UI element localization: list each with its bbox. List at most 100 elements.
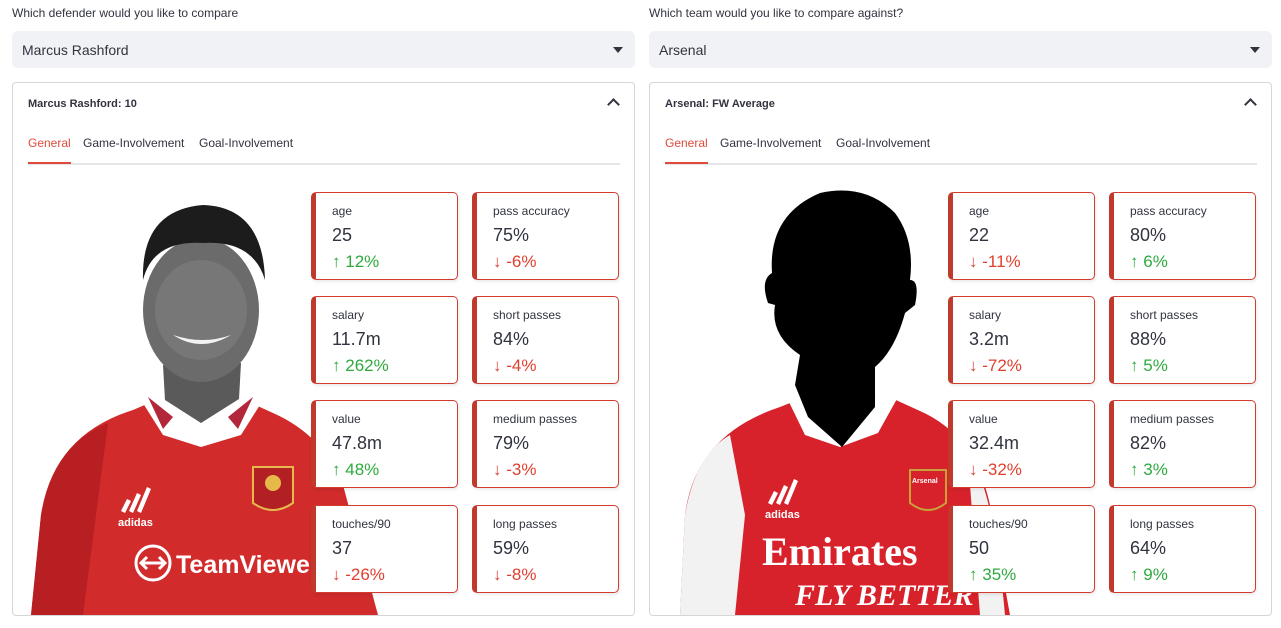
arrow-down-icon: ↓ xyxy=(969,460,978,479)
arrow-down-icon: ↓ xyxy=(493,460,502,479)
tab-goal-involvement[interactable]: Goal-Involvement xyxy=(836,136,930,161)
stat-card-long-passes: long passes 59% ↓ -8% xyxy=(472,505,619,593)
shirt-brand-text: adidas xyxy=(765,509,800,521)
stat-value: 11.7m xyxy=(332,329,381,349)
stat-label: value xyxy=(969,412,998,426)
stat-delta: ↓ -8% xyxy=(493,565,537,584)
stat-delta: ↓ -72% xyxy=(969,356,1022,375)
tab-goal-involvement[interactable]: Goal-Involvement xyxy=(199,136,293,161)
tab-bar: General Game-Involvement Goal-Involvemen… xyxy=(28,136,620,165)
tab-general[interactable]: General xyxy=(28,136,71,164)
stat-label: value xyxy=(332,412,361,426)
shirt-sponsor-text: TeamViewer xyxy=(176,551,320,579)
tab-general[interactable]: General xyxy=(665,136,708,164)
stat-delta: ↑ 9% xyxy=(1130,565,1168,584)
stat-delta: ↓ -3% xyxy=(493,460,537,479)
stat-value: 84% xyxy=(493,329,530,349)
stat-delta: ↓ -11% xyxy=(969,252,1021,271)
stat-value: 82% xyxy=(1130,433,1167,453)
stat-delta: ↑ 48% xyxy=(332,460,380,479)
stat-label: short passes xyxy=(1130,308,1199,322)
chevron-up-icon[interactable] xyxy=(1244,98,1257,111)
defender-select-value: Marcus Rashford xyxy=(22,42,129,58)
arrow-up-icon: ↑ xyxy=(1130,252,1139,271)
stat-delta: ↓ -4% xyxy=(493,356,537,375)
stat-label: long passes xyxy=(493,517,558,531)
stat-value: 88% xyxy=(1130,329,1167,349)
stat-card-salary: salary 3.2m ↓ -72% xyxy=(948,296,1095,384)
tab-game-involvement[interactable]: Game-Involvement xyxy=(83,136,184,161)
stat-label: pass accuracy xyxy=(1130,204,1207,218)
expander-title: Arsenal: FW Average xyxy=(665,98,775,110)
stat-card-medium-passes: medium passes 79% ↓ -3% xyxy=(472,400,619,488)
stat-value: 59% xyxy=(493,538,530,558)
arrow-down-icon: ↓ xyxy=(969,356,978,375)
stat-label: touches/90 xyxy=(969,517,1028,531)
team-select-value: Arsenal xyxy=(659,42,707,58)
arrow-down-icon: ↓ xyxy=(493,252,502,271)
arrow-up-icon: ↑ xyxy=(332,252,341,271)
team-select-label: Which team would you like to compare aga… xyxy=(649,6,904,20)
stat-card-salary: salary 11.7m ↑ 262% xyxy=(311,296,458,384)
stat-card-short-passes: short passes 88% ↑ 5% xyxy=(1109,296,1256,384)
stat-card-long-passes: long passes 64% ↑ 9% xyxy=(1109,505,1256,593)
stat-card-value: value 32.4m ↓ -32% xyxy=(948,400,1095,488)
team-expander: Arsenal: FW Average General Game-Involve… xyxy=(649,82,1272,616)
shirt-sponsor-tagline: FLY BETTER xyxy=(794,579,974,612)
stat-label: medium passes xyxy=(493,412,578,426)
stat-delta: ↓ -26% xyxy=(332,565,385,584)
stat-card-age: age 25 ↑ 12% xyxy=(311,192,458,280)
stat-value: 25 xyxy=(332,225,353,245)
stat-value: 3.2m xyxy=(969,329,1010,349)
expander-title: Marcus Rashford: 10 xyxy=(28,98,137,110)
stat-value: 64% xyxy=(1130,538,1167,558)
tab-game-involvement[interactable]: Game-Involvement xyxy=(720,136,821,161)
chevron-down-icon xyxy=(1250,47,1260,53)
stat-card-pass-accuracy: pass accuracy 75% ↓ -6% xyxy=(472,192,619,280)
stat-label: touches/90 xyxy=(332,517,391,531)
stat-card-touches: touches/90 37 ↓ -26% xyxy=(311,505,458,593)
defender-select[interactable]: Marcus Rashford xyxy=(12,31,635,68)
stat-card-pass-accuracy: pass accuracy 80% ↑ 6% xyxy=(1109,192,1256,280)
stat-card-medium-passes: medium passes 82% ↑ 3% xyxy=(1109,400,1256,488)
stat-delta: ↑ 12% xyxy=(332,252,380,271)
stat-card-touches: touches/90 50 ↑ 35% xyxy=(948,505,1095,593)
arrow-up-icon: ↑ xyxy=(1130,460,1139,479)
stat-value: 75% xyxy=(493,225,530,245)
crest-text: Arsenal xyxy=(912,478,938,485)
arrow-down-icon: ↓ xyxy=(493,356,502,375)
defender-select-label: Which defender would you like to compare xyxy=(12,6,239,20)
stat-card-short-passes: short passes 84% ↓ -4% xyxy=(472,296,619,384)
stat-delta: ↓ -32% xyxy=(969,460,1022,479)
stat-value: 50 xyxy=(969,538,990,558)
stat-label: age xyxy=(332,204,353,218)
stat-card-value: value 47.8m ↑ 48% xyxy=(311,400,458,488)
arrow-down-icon: ↓ xyxy=(969,252,978,271)
stat-delta: ↑ 262% xyxy=(332,356,389,375)
stat-label: pass accuracy xyxy=(493,204,570,218)
arrow-down-icon: ↓ xyxy=(493,565,502,584)
player-expander: Marcus Rashford: 10 General Game-Involve… xyxy=(12,82,635,616)
stat-delta: ↑ 3% xyxy=(1130,460,1168,479)
stat-value: 37 xyxy=(332,538,353,558)
chevron-up-icon[interactable] xyxy=(607,98,620,111)
stat-label: short passes xyxy=(493,308,562,322)
stat-label: age xyxy=(969,204,990,218)
stat-delta: ↑ 35% xyxy=(969,565,1017,584)
arrow-down-icon: ↓ xyxy=(332,565,341,584)
stat-value: 32.4m xyxy=(969,433,1020,453)
team-select[interactable]: Arsenal xyxy=(649,31,1272,68)
arrow-up-icon: ↑ xyxy=(1130,565,1139,584)
stat-value: 80% xyxy=(1130,225,1167,245)
stat-label: salary xyxy=(332,308,365,322)
shirt-brand-text: adidas xyxy=(118,517,153,529)
stat-label: salary xyxy=(969,308,1002,322)
arrow-up-icon: ↑ xyxy=(332,356,341,375)
stat-value: 79% xyxy=(493,433,530,453)
stat-delta: ↓ -6% xyxy=(493,252,537,271)
stat-value: 22 xyxy=(969,225,990,245)
tab-bar: General Game-Involvement Goal-Involvemen… xyxy=(665,136,1257,165)
chevron-down-icon xyxy=(613,47,623,53)
shirt-sponsor-text: Emirates xyxy=(762,529,918,574)
stat-delta: ↑ 5% xyxy=(1130,356,1168,375)
